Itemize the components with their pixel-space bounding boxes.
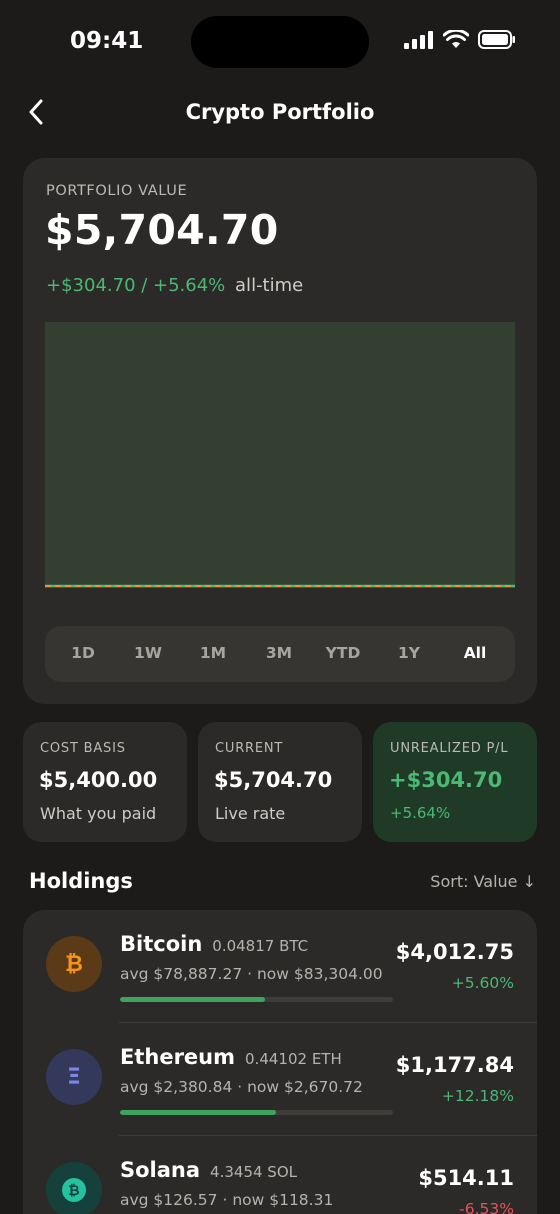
coin-price-info: avg $126.57 · now $118.31 [120, 1191, 334, 1209]
holding-row-bitcoin[interactable]: ₿ Bitcoin 0.04817 BTC avg $78,887.27 · now … [23, 910, 537, 1022]
cost-basis-label: COST BASIS [40, 741, 126, 756]
current-value-label: CURRENT [215, 741, 284, 756]
range-tab-all[interactable]: All [464, 644, 487, 662]
status-time: 09:41 [70, 28, 144, 54]
holding-value: $1,177.84 [395, 1053, 514, 1077]
current-value: $5,704.70 [214, 768, 333, 792]
status-icons [404, 30, 516, 49]
coin-price-info: avg $2,380.84 · now $2,670.72 [120, 1078, 363, 1096]
unrealized-pl-card: UNREALIZED P/L +$304.70 +5.64% [373, 722, 537, 842]
holding-value: $4,012.75 [395, 940, 514, 964]
coin-name: Ethereum 0.44102 ETH [120, 1045, 342, 1069]
holding-change: +5.60% [451, 974, 514, 992]
cost-basis-card: COST BASIS $5,400.00 What you paid [23, 722, 187, 842]
portfolio-value: $5,704.70 [45, 206, 279, 254]
wifi-icon [443, 30, 469, 48]
coin-quantity: 4.3454 SOL [210, 1163, 297, 1181]
allocation-bar-fill [120, 1110, 276, 1115]
current-value-caption: Live rate [215, 804, 286, 823]
unrealized-pl-value: +$304.70 [389, 768, 503, 792]
range-tab-1d[interactable]: 1D [71, 644, 95, 662]
portfolio-change: +$304.70 / +5.64% all-time [46, 275, 303, 296]
range-tab-1m[interactable]: 1M [200, 644, 226, 662]
holding-value: $514.11 [418, 1166, 514, 1190]
holding-change: +12.18% [441, 1087, 514, 1105]
coin-quantity: 0.44102 ETH [245, 1050, 342, 1068]
holding-row-solana[interactable]: ₿ Solana 4.3454 SOL avg $126.57 · now $118.… [23, 1136, 537, 1214]
page-title: Crypto Portfolio [185, 100, 375, 124]
dynamic-island [191, 16, 369, 68]
cost-basis-value: $5,400.00 [39, 768, 158, 792]
cellular-signal-icon [404, 30, 433, 49]
portfolio-card: PORTFOLIO VALUE $5,704.70 +$304.70 / +5.… [23, 158, 537, 704]
coin-price-info: avg $78,887.27 · now $83,304.00 [120, 965, 383, 983]
allocation-bar [120, 1110, 393, 1115]
solana-icon: ₿ [46, 1162, 102, 1214]
cost-basis-caption: What you paid [40, 804, 157, 823]
holdings-list: ₿ Bitcoin 0.04817 BTC avg $78,887.27 · now … [23, 910, 537, 1214]
holding-change: -6.53% [459, 1200, 514, 1214]
ethereum-glyph-icon: Ξ [67, 1064, 81, 1090]
holding-row-ethereum[interactable]: Ξ Ethereum 0.44102 ETH avg $2,380.84 · now … [23, 1023, 537, 1135]
portfolio-change-amount: +$304.70 / +5.64% [46, 275, 226, 296]
range-tab-3m[interactable]: 3M [266, 644, 292, 662]
ethereum-icon: Ξ [46, 1049, 102, 1105]
chart-plot-area [45, 322, 515, 588]
coin-quantity: 0.04817 BTC [212, 937, 309, 955]
coin-name-label: Ethereum [120, 1045, 236, 1069]
portfolio-value-label: PORTFOLIO VALUE [46, 183, 188, 199]
portfolio-chart[interactable] [45, 322, 515, 588]
bitcoin-glyph-icon: ₿ [65, 952, 83, 977]
solana-glyph-icon: ₿ [62, 1178, 86, 1202]
allocation-bar [120, 997, 393, 1002]
portfolio-change-period: all-time [235, 275, 304, 296]
holdings-heading: Holdings [29, 869, 133, 893]
battery-icon [478, 30, 515, 49]
unrealized-pl-label: UNREALIZED P/L [390, 741, 509, 756]
current-value-card: CURRENT $5,704.70 Live rate [198, 722, 362, 842]
coin-name: Bitcoin 0.04817 BTC [120, 932, 308, 956]
status-bar: 09:41 [0, 0, 560, 84]
coin-name-label: Solana [120, 1158, 201, 1182]
svg-text:₿: ₿ [68, 1183, 79, 1199]
time-range-selector: 1D 1W 1M 3M YTD 1Y All [45, 626, 515, 682]
bitcoin-icon: ₿ [46, 936, 102, 992]
range-tab-1y[interactable]: 1Y [398, 644, 420, 662]
range-tab-1w[interactable]: 1W [134, 644, 162, 662]
nav-bar: Crypto Portfolio [0, 90, 560, 136]
allocation-bar-fill [120, 997, 265, 1002]
unrealized-pl-percent: +5.64% [390, 804, 451, 822]
range-tab-ytd[interactable]: YTD [326, 644, 361, 662]
sort-button[interactable]: Sort: Value ↓ [430, 872, 536, 891]
coin-name: Solana 4.3454 SOL [120, 1158, 297, 1182]
coin-name-label: Bitcoin [120, 932, 203, 956]
